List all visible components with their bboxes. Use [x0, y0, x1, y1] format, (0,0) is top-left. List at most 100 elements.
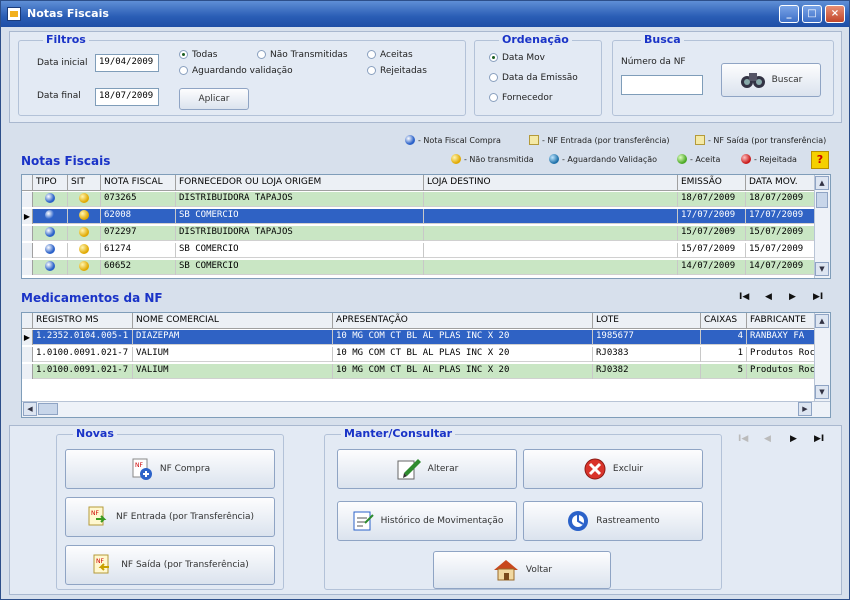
nav-last-bottom-button[interactable]: ▶I: [814, 434, 824, 444]
nav-prev-disabled-button[interactable]: ◀: [764, 434, 771, 444]
nf-entrada-icon: NF: [88, 506, 107, 526]
scroll-left-icon[interactable]: ◀: [23, 402, 37, 416]
cell-loja-destino: [424, 209, 678, 224]
col-data-mov[interactable]: DATA MOV.: [746, 175, 816, 191]
legend-rejeitada: - Rejeitada: [741, 154, 797, 164]
radio-data-mov[interactable]: Data Mov: [489, 53, 545, 63]
nav-prev-button[interactable]: ◀: [765, 292, 772, 302]
cell-fabricante: RANBAXY FA: [747, 330, 816, 345]
nf-compra-icon: [45, 193, 55, 203]
history-icon: [353, 511, 374, 531]
status-yellow-icon: [451, 154, 461, 164]
nav-last-button[interactable]: ▶I: [813, 292, 823, 302]
legend-aceita: - Aceita: [677, 154, 720, 164]
col-emissao[interactable]: EMISSÃO: [678, 175, 746, 191]
numero-nf-label: Número da NF: [621, 57, 686, 67]
data-final-field[interactable]: 18/07/2009: [95, 88, 159, 106]
nf-compra-icon: [405, 135, 415, 145]
ordenacao-group: Ordenação Data Mov Data da Emissão Forne…: [474, 33, 602, 116]
cell-apresentacao: 10 MG COM CT BL AL PLAS INC X 20: [333, 364, 593, 379]
medicamentos-vertical-scrollbar[interactable]: ▲ ▼: [814, 313, 830, 401]
medicamentos-title: Medicamentos da NF: [21, 291, 163, 305]
medicamentos-horizontal-scrollbar[interactable]: ◀ ▶: [22, 401, 830, 417]
nf-compra-icon: [45, 210, 55, 220]
table-row-selected[interactable]: ▶ 62008 SB COMERCIO 17/07/2009 17/07/200…: [22, 209, 816, 224]
col-apresentacao[interactable]: APRESENTAÇÃO: [333, 313, 593, 329]
legend-nf-saida: - NF Saída (por transferência): [695, 135, 826, 145]
main-window: Notas Fiscais _ □ × Filtros Data inicial…: [0, 0, 850, 600]
table-row[interactable]: 1.0100.0091.021-7 VALIUM 10 MG COM CT BL…: [22, 347, 816, 362]
cell-loja-destino: [424, 226, 678, 241]
nav-first-disabled-button[interactable]: I◀: [738, 434, 748, 444]
nf-compra-icon: [45, 244, 55, 254]
col-sit[interactable]: SIT: [68, 175, 101, 191]
status-yellow-icon: [79, 210, 89, 220]
tracking-icon: [568, 511, 589, 531]
table-row[interactable]: 1.0100.0091.021-7 VALIUM 10 MG COM CT BL…: [22, 364, 816, 379]
radio-aguardando-validacao[interactable]: Aguardando validação: [179, 66, 293, 76]
h-scroll-thumb[interactable]: [38, 403, 58, 415]
radio-todas[interactable]: Todas: [179, 50, 217, 60]
scroll-thumb[interactable]: [816, 192, 828, 208]
scroll-right-icon[interactable]: ▶: [798, 402, 812, 416]
nav-next-bottom-button[interactable]: ▶: [790, 434, 797, 444]
table-row[interactable]: 61274 SB COMERCIO 15/07/2009 15/07/2009: [22, 243, 816, 258]
window-title: Notas Fiscais: [27, 7, 109, 20]
col-nota-fiscal[interactable]: NOTA FISCAL: [101, 175, 176, 191]
nf-saida-icon: [695, 135, 705, 145]
cell-caixas: 1: [701, 347, 747, 362]
col-loja-destino[interactable]: LOJA DESTINO: [424, 175, 678, 191]
rastreamento-button[interactable]: Rastreamento: [523, 501, 703, 541]
table-row[interactable]: 072297 DISTRIBUIDORA TAPAJOS 15/07/2009 …: [22, 226, 816, 241]
voltar-button[interactable]: Voltar: [433, 551, 611, 589]
radio-nao-transmitidas[interactable]: Não Transmitidas: [257, 50, 348, 60]
nf-saida-button[interactable]: NF NF Saída (por Transferência): [65, 545, 275, 585]
cell-nota-fiscal: 60652: [101, 260, 176, 275]
nav-next-button[interactable]: ▶: [789, 292, 796, 302]
row-indicator-arrow: ▶: [22, 330, 33, 345]
notas-grid: TIPO SIT NOTA FISCAL FORNECEDOR OU LOJA …: [21, 174, 831, 279]
col-registro-ms[interactable]: REGISTRO MS: [33, 313, 133, 329]
cell-nota-fiscal: 61274: [101, 243, 176, 258]
radio-data-emissao[interactable]: Data da Emissão: [489, 73, 578, 83]
close-button[interactable]: ×: [825, 5, 845, 23]
radio-fornecedor[interactable]: Fornecedor: [489, 93, 553, 103]
scroll-up-icon[interactable]: ▲: [815, 176, 829, 190]
scroll-down-icon[interactable]: ▼: [815, 262, 829, 276]
cell-fabricante: Produtos Roc: [747, 364, 816, 379]
col-lote[interactable]: LOTE: [593, 313, 701, 329]
table-row[interactable]: 073265 DISTRIBUIDORA TAPAJOS 18/07/2009 …: [22, 192, 816, 207]
col-nome-comercial[interactable]: NOME COMERCIAL: [133, 313, 333, 329]
alterar-button[interactable]: Alterar: [337, 449, 517, 489]
col-caixas[interactable]: CAIXAS: [701, 313, 747, 329]
nav-first-button[interactable]: I◀: [739, 292, 749, 302]
notas-vertical-scrollbar[interactable]: ▲ ▼: [814, 175, 830, 278]
excluir-button[interactable]: Excluir: [523, 449, 703, 489]
buscar-button[interactable]: Buscar: [721, 63, 821, 97]
col-tipo[interactable]: TIPO: [33, 175, 68, 191]
row-indicator-arrow: ▶: [22, 209, 33, 224]
data-inicial-field[interactable]: 19/04/2009: [95, 54, 159, 72]
status-yellow-icon: [79, 261, 89, 271]
cell-registro-ms: 1.0100.0091.021-7: [33, 364, 133, 379]
binoculars-icon: [740, 73, 765, 88]
col-fornecedor[interactable]: FORNECEDOR OU LOJA ORIGEM: [176, 175, 424, 191]
historico-button[interactable]: Histórico de Movimentação: [337, 501, 517, 541]
nf-entrada-button[interactable]: NF NF Entrada (por Transferência): [65, 497, 275, 537]
aplicar-button[interactable]: Aplicar: [179, 88, 249, 110]
maximize-button[interactable]: □: [802, 5, 822, 23]
nf-compra-button[interactable]: NF NF Compra: [65, 449, 275, 489]
scroll-down-icon[interactable]: ▼: [815, 385, 829, 399]
minimize-button[interactable]: _: [779, 5, 799, 23]
table-row[interactable]: 60652 SB COMERCIO 14/07/2009 14/07/2009: [22, 260, 816, 275]
scroll-up-icon[interactable]: ▲: [815, 314, 829, 328]
col-fabricante[interactable]: FABRICANTE: [747, 313, 816, 329]
table-row-selected[interactable]: ▶ 1.2352.0104.005-1 DIAZEPAM 10 MG COM C…: [22, 330, 816, 345]
numero-nf-input[interactable]: [621, 75, 703, 95]
radio-aceitas[interactable]: Aceitas: [367, 50, 413, 60]
novas-group: Novas NF NF Compra NF NF Entrada (por Tr…: [56, 427, 284, 590]
app-icon: [7, 7, 21, 21]
radio-rejeitadas[interactable]: Rejeitadas: [367, 66, 427, 76]
help-button[interactable]: ?: [811, 151, 829, 169]
cell-loja-destino: [424, 243, 678, 258]
